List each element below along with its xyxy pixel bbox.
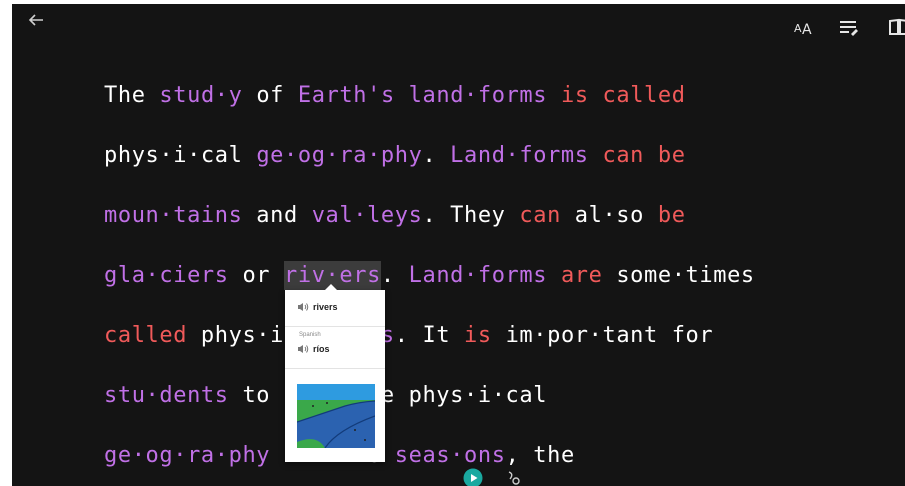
grammar-options-icon (840, 21, 858, 36)
svg-text:A: A (794, 22, 802, 35)
word-noun[interactable]: Land·forms (450, 143, 588, 168)
translation-word: ríos (313, 344, 330, 354)
divider (285, 326, 385, 327)
word-verb[interactable]: are (561, 263, 603, 288)
word-text: of (242, 83, 298, 108)
translation-language: Spanish (299, 332, 321, 338)
text-line: called phys·i at·ures. It is im·por·tant… (104, 306, 904, 366)
immersive-reader: A A The stud·y of Earth's land·forms is … (12, 4, 905, 486)
word-noun[interactable]: moun·tains (104, 203, 242, 228)
word-text: , the (505, 443, 575, 468)
word-text (547, 263, 561, 288)
word-text: im·por·tant for (491, 323, 714, 348)
word-noun[interactable]: Land·forms (409, 263, 547, 288)
river-illustration-icon (297, 384, 375, 448)
word-text (146, 83, 160, 108)
text-line: gla·ciers or riv·ers. Land·forms are som… (104, 246, 904, 306)
word-verb[interactable]: called (104, 323, 187, 348)
word-noun[interactable]: land·forms (409, 83, 547, 108)
word-text: al·so (560, 203, 658, 228)
word-text: . It (394, 323, 465, 348)
word-text: to (228, 383, 271, 408)
word-verb[interactable]: is (464, 323, 492, 348)
word-text (242, 143, 256, 168)
word-noun[interactable]: gla·ciers (104, 263, 229, 288)
word-text: and (242, 203, 312, 228)
text-line: ge·og·ra·phy th. The seas·ons, the (104, 426, 904, 486)
word-noun[interactable]: stud·y (159, 83, 242, 108)
word-text (395, 83, 409, 108)
word-text: . (422, 143, 451, 168)
word-text: . (380, 263, 409, 288)
play-button[interactable] (463, 468, 483, 486)
word-text (589, 143, 603, 168)
divider (285, 368, 385, 369)
voice-settings-button[interactable] (506, 470, 522, 486)
back-button[interactable] (24, 10, 48, 34)
word-text: phys·i (187, 323, 284, 348)
word-verb[interactable]: can (519, 203, 561, 228)
reading-preferences-button[interactable] (888, 16, 905, 38)
text-line: moun·tains and val·leys. They can al·so … (104, 186, 904, 246)
word-noun[interactable]: val·leys (312, 203, 423, 228)
word-text (270, 383, 284, 408)
word-noun[interactable]: seas·ons (395, 443, 506, 468)
word-text: . They (422, 203, 520, 228)
word-text: The (104, 83, 146, 108)
word-noun[interactable]: ge·og·ra·phy (104, 443, 270, 468)
word-noun[interactable]: stu·dents (104, 383, 229, 408)
picture-dictionary-popup: rivers Spanish ríos (285, 284, 385, 462)
svg-text:A: A (802, 22, 812, 38)
word-verb[interactable]: can be (602, 143, 685, 168)
back-arrow-icon (28, 14, 43, 26)
word-text: some·times (602, 263, 755, 288)
translation-row[interactable]: ríos (297, 344, 330, 354)
word-text (270, 443, 284, 468)
speaker-icon[interactable] (297, 302, 309, 312)
word-verb[interactable]: is called (561, 83, 686, 108)
word-text: phys·i·cal (104, 143, 243, 168)
word-text (547, 83, 561, 108)
text-preferences-button[interactable]: A A (793, 16, 815, 38)
reading-text: The stud·y of Earth's land·forms is call… (104, 66, 904, 486)
dictionary-word: rivers (313, 302, 338, 312)
text-line: The stud·y of Earth's land·forms is call… (104, 66, 904, 126)
word-text: or (228, 263, 284, 288)
speaker-icon[interactable] (297, 344, 309, 354)
text-line: stu·dents to bout the phys·i·cal (104, 366, 904, 426)
word-noun[interactable]: ge·og·ra·phy (256, 143, 422, 168)
text-preferences-icon: A A (794, 22, 812, 38)
grammar-options-button[interactable] (838, 16, 860, 38)
word-noun[interactable]: Earth's (298, 83, 395, 108)
text-line: phys·i·cal ge·og·ra·phy. Land·forms can … (104, 126, 904, 186)
reading-preferences-icon (889, 18, 905, 35)
word-verb[interactable]: be (658, 203, 686, 228)
word-row[interactable]: rivers (297, 302, 338, 312)
